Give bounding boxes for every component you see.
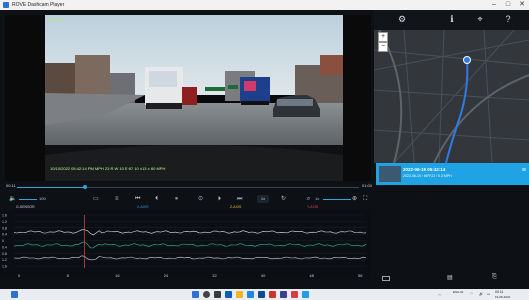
app-icon <box>3 2 9 8</box>
map-toolbar: ⚙ ℹ ⌖ ? <box>374 10 529 30</box>
forward-icon[interactable]: ⏵ <box>218 195 221 203</box>
chat-icon[interactable] <box>225 291 232 298</box>
side-panel: ▤ ⎘ <box>374 185 529 281</box>
map-pin-icon[interactable]: ⌖ <box>474 13 486 25</box>
repeat-icon[interactable]: ↻ <box>281 195 286 203</box>
volume-slider[interactable] <box>19 199 37 200</box>
x-tick-label: 16 <box>115 273 120 278</box>
stop-icon[interactable]: ⊙ <box>198 195 203 203</box>
fullscreen-icon[interactable]: ⛶ <box>363 195 367 203</box>
zoom-icon[interactable]: ⌕ <box>307 195 310 203</box>
title-bar: ROVE Dashcam Player – □ ✕ <box>0 0 529 10</box>
x-tick-label: 56 <box>358 273 363 278</box>
zoom-slider[interactable] <box>323 199 351 200</box>
clock-time[interactable]: 00:11 <box>495 290 504 294</box>
z-axis-label[interactable]: Z-AXIS <box>230 205 241 209</box>
y-tick-label: 1.2 <box>2 258 7 262</box>
menu-icon[interactable]: ≡ <box>522 167 526 174</box>
search-icon[interactable] <box>203 291 210 298</box>
x-tick-label: 0 <box>18 273 21 278</box>
language-indicator[interactable]: ENG IN <box>453 290 463 294</box>
rove-app-icon[interactable] <box>302 291 309 298</box>
trip-details: 2022-06-19 / 66°F22 / 0.3 MPH <box>403 174 452 178</box>
tray-chevron-icon[interactable]: ︿ <box>438 292 442 297</box>
rewind-icon[interactable]: ⏴ <box>155 195 158 203</box>
z-axis-series-line <box>13 255 367 261</box>
y-tick-label: 1.2 <box>2 220 7 224</box>
wifi-icon[interactable]: ◠ <box>470 292 473 296</box>
x-tick-label: 40 <box>261 273 266 278</box>
y-tick-label: 0.8 <box>2 252 7 256</box>
map-tiles <box>374 30 529 163</box>
next-file-icon[interactable]: ⏭ <box>237 195 242 203</box>
store-icon[interactable] <box>258 291 265 298</box>
speaker-icon[interactable]: 🔊 <box>479 292 483 296</box>
seek-handle[interactable] <box>83 185 88 189</box>
battery-icon[interactable]: ▭ <box>487 292 490 296</box>
trip-thumbnail <box>379 166 401 182</box>
previous-file-icon[interactable]: ⏮ <box>135 195 140 203</box>
media-icon[interactable] <box>291 291 298 298</box>
help-icon[interactable]: ? <box>502 13 514 25</box>
x-tick-label: 48 <box>309 273 314 278</box>
x-tick-label: 32 <box>212 273 217 278</box>
windows-logo-icon[interactable] <box>192 291 199 298</box>
trip-datetime: 2022-06-19 05:42:14 <box>403 167 446 172</box>
gear-icon[interactable]: ⚙ <box>396 13 408 25</box>
y-tick-label: 0.4 <box>2 245 7 249</box>
seek-progress <box>17 187 86 188</box>
x-tick-label: 8 <box>67 273 70 278</box>
dashcam-frame-image <box>45 15 343 181</box>
volume-icon[interactable]: 🔈 <box>9 195 16 203</box>
pause-icon[interactable]: ⏸ <box>175 195 178 203</box>
y-tick-label: 1.6 <box>2 265 7 269</box>
y-tick-label: 0.4 <box>2 233 7 237</box>
video-panel[interactable]: ROVE R3 10/10/2022 05:42:14 PM MPH 23 R … <box>5 15 371 181</box>
zoom-value: 1x <box>315 196 320 201</box>
settings-sliders-icon[interactable]: ≡ <box>115 195 119 203</box>
taskbar: ︿ ENG IN ◠ 🔊 ▭ 00:11 19-06-2022 <box>0 289 529 300</box>
office-icon[interactable] <box>269 291 276 298</box>
start-icon[interactable] <box>11 291 18 298</box>
minimize-button[interactable]: – <box>487 1 501 9</box>
file-explorer-icon[interactable] <box>236 291 243 298</box>
export-icon[interactable]: ⎘ <box>492 274 497 281</box>
video-frame[interactable]: ROVE R3 10/10/2022 05:42:14 PM MPH 23 R … <box>45 15 343 181</box>
teams-icon[interactable] <box>280 291 287 298</box>
seek-bar[interactable] <box>5 182 371 192</box>
trip-info-card[interactable]: 2022-06-19 05:42:14 2022-06-19 / 66°F22 … <box>376 163 529 185</box>
map-zoom-out-button[interactable]: − <box>378 42 388 52</box>
video-corner-label: ROVE R3 <box>48 17 66 22</box>
zoom-in-icon[interactable]: ⊕ <box>352 195 357 203</box>
gsensor-graph[interactable]: 1.6 1.2 0.8 0.4 0 0.4 0.8 1.2 1.6 0 8 16 24 32 40 48 56 <box>0 210 371 279</box>
y-axis-label[interactable]: Y-AXIS <box>307 205 318 209</box>
map-view[interactable]: + − <box>374 30 529 163</box>
gsensor-label: G-SENSOR <box>16 205 35 209</box>
y-tick-label: 1.6 <box>2 214 7 218</box>
y-tick-label: 0 <box>2 239 4 243</box>
maximize-button[interactable]: □ <box>501 1 515 9</box>
window-title: ROVE Dashcam Player <box>12 2 65 8</box>
edge-browser-icon[interactable] <box>247 291 254 298</box>
close-button[interactable]: ✕ <box>515 1 529 9</box>
clock-date[interactable]: 19-06-2022 <box>495 295 510 299</box>
map-zoom-in-button[interactable]: + <box>378 32 388 42</box>
playback-speed[interactable]: 1x <box>257 195 269 203</box>
x-tick-label: 24 <box>164 273 169 278</box>
y-tick-label: 0.8 <box>2 226 7 230</box>
gsensor-chart: 1.6 1.2 0.8 0.4 0 0.4 0.8 1.2 1.6 0 8 16 24 32 40 48 56 <box>2 214 367 278</box>
video-timestamp-overlay: 10/10/2022 05:42:14 PM MPH 23 R W 10 E:9… <box>50 166 166 171</box>
cloud-icon[interactable] <box>382 276 390 281</box>
volume-value: 100 <box>39 196 46 201</box>
x-axis-label[interactable]: X-AXIS <box>137 205 148 209</box>
info-icon[interactable]: ℹ <box>446 13 458 25</box>
task-view-icon[interactable] <box>214 291 221 298</box>
snapshot-icon[interactable]: ▭ <box>93 195 99 203</box>
folder-icon[interactable]: ▤ <box>447 274 453 281</box>
